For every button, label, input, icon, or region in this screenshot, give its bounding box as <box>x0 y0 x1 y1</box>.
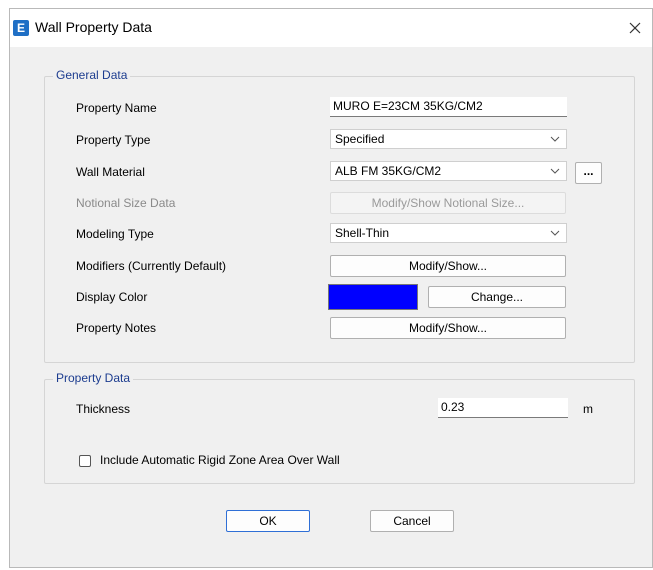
thickness-input[interactable]: 0.23 <box>438 398 568 418</box>
modifiers-button[interactable]: Modify/Show... <box>330 255 566 277</box>
rigid-zone-label: Include Automatic Rigid Zone Area Over W… <box>100 453 340 467</box>
property-type-label: Property Type <box>76 133 151 147</box>
thickness-unit: m <box>583 402 593 416</box>
thickness-label: Thickness <box>76 402 131 416</box>
property-type-dropdown[interactable]: Specified <box>330 129 567 149</box>
property-name-label: Property Name <box>76 101 157 115</box>
property-data-legend: Property Data <box>53 371 134 385</box>
general-data-legend: General Data <box>53 68 131 82</box>
property-type-value: Specified <box>335 132 385 146</box>
modeling-type-value: Shell-Thin <box>335 226 390 240</box>
property-notes-button[interactable]: Modify/Show... <box>330 317 566 339</box>
chevron-down-icon <box>550 168 560 174</box>
property-notes-label: Property Notes <box>76 321 157 335</box>
display-color-swatch <box>328 284 418 310</box>
notional-size-label: Notional Size Data <box>76 196 176 210</box>
display-color-label: Display Color <box>76 290 148 304</box>
window-title: Wall Property Data <box>35 19 152 35</box>
dialog-window: E Wall Property Data General Data Proper… <box>9 8 653 568</box>
modeling-type-label: Modeling Type <box>76 227 154 241</box>
chevron-down-icon <box>550 230 560 236</box>
modeling-type-dropdown[interactable]: Shell-Thin <box>330 223 567 243</box>
wall-material-label: Wall Material <box>76 165 145 179</box>
property-name-input[interactable]: MURO E=23CM 35KG/CM2 <box>330 97 567 117</box>
close-icon <box>629 22 641 34</box>
title-bar: E Wall Property Data <box>10 9 652 47</box>
etabs-app-icon: E <box>13 20 29 36</box>
change-color-button[interactable]: Change... <box>428 286 566 308</box>
chevron-down-icon <box>550 136 560 142</box>
wall-material-value: ALB FM 35KG/CM2 <box>335 164 442 178</box>
rigid-zone-checkbox[interactable] <box>79 455 91 467</box>
ok-button[interactable]: OK <box>226 510 310 532</box>
wall-material-dropdown[interactable]: ALB FM 35KG/CM2 <box>330 161 567 181</box>
wall-material-browse-button[interactable]: ... <box>575 162 602 184</box>
close-button[interactable] <box>622 15 648 41</box>
cancel-button[interactable]: Cancel <box>370 510 454 532</box>
modifiers-label: Modifiers (Currently Default) <box>76 259 227 273</box>
property-data-group: Property Data <box>44 371 635 484</box>
notional-size-button[interactable]: Modify/Show Notional Size... <box>330 192 566 214</box>
